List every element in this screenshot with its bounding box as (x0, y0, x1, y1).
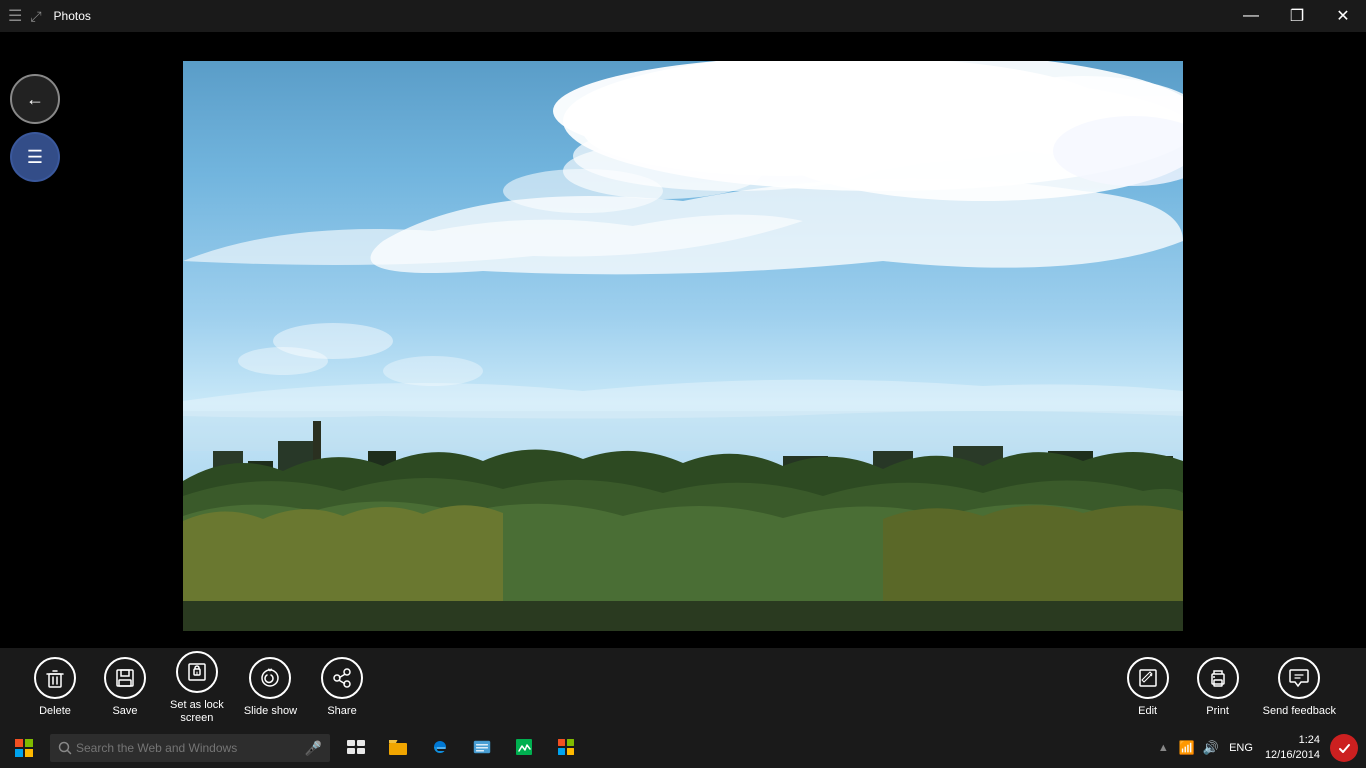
app-title: Photos (54, 9, 91, 23)
taskbar-apps (336, 728, 586, 768)
show-hidden-icons[interactable]: ▲ (1158, 742, 1169, 754)
edit-button[interactable]: Edit (1113, 657, 1183, 718)
search-bar[interactable]: 🎤 (50, 734, 330, 762)
start-button[interactable] (0, 728, 48, 768)
back-button[interactable]: ← (10, 74, 60, 124)
file-explorer-button[interactable] (378, 728, 418, 768)
save-icon (104, 657, 146, 699)
close-button[interactable]: ✕ (1320, 0, 1366, 32)
system-tray: ▲ 📶 🔊 ENG 1:24 12/16/2014 (1158, 733, 1366, 764)
store-button[interactable] (546, 728, 586, 768)
clock[interactable]: 1:24 12/16/2014 (1265, 733, 1320, 764)
send-feedback-label: Send feedback (1263, 705, 1336, 718)
network-icon[interactable]: 📶 (1179, 740, 1195, 756)
print-button[interactable]: Print (1183, 657, 1253, 718)
minimize-button[interactable]: — (1228, 0, 1274, 32)
edit-icon (1127, 657, 1169, 699)
save-button[interactable]: Save (90, 657, 160, 718)
money-app-button[interactable] (504, 728, 544, 768)
print-icon (1197, 657, 1239, 699)
language-indicator[interactable]: ENG (1229, 742, 1253, 754)
task-view-button[interactable] (336, 728, 376, 768)
set-lock-screen-button[interactable]: Set as lock screen (160, 651, 234, 725)
nav-buttons: ← ☰ (0, 64, 70, 200)
fullscreen-icon[interactable]: ⤢ (30, 8, 41, 25)
file-manager-button[interactable] (462, 728, 502, 768)
volume-icon[interactable]: 🔊 (1203, 740, 1219, 756)
menu-button[interactable]: ☰ (10, 132, 60, 182)
lock-screen-icon (176, 651, 218, 693)
share-icon (321, 657, 363, 699)
share-button[interactable]: Share (307, 657, 377, 718)
slide-show-icon (249, 657, 291, 699)
taskbar: 🎤 (0, 728, 1366, 768)
slide-show-button[interactable]: Slide show (234, 657, 307, 718)
slide-show-label: Slide show (244, 705, 297, 718)
print-label: Print (1206, 705, 1229, 718)
clock-date: 12/16/2014 (1265, 748, 1320, 763)
restore-button[interactable]: ❐ (1274, 0, 1320, 32)
search-icon (58, 741, 72, 755)
delete-icon (34, 657, 76, 699)
save-label: Save (112, 705, 137, 718)
delete-label: Delete (39, 705, 71, 718)
photo-app-area: ← ☰ (0, 32, 1366, 660)
send-feedback-icon (1278, 657, 1320, 699)
bottom-toolbar: Delete Save Set as lock screen (0, 648, 1366, 728)
edit-label: Edit (1138, 705, 1157, 718)
notification-icon[interactable] (1330, 734, 1358, 762)
photo-image (183, 61, 1183, 631)
hamburger-icon[interactable]: ☰ (8, 6, 22, 26)
delete-button[interactable]: Delete (20, 657, 90, 718)
send-feedback-button[interactable]: Send feedback (1253, 657, 1346, 718)
search-input[interactable] (76, 741, 301, 755)
edge-browser-button[interactable] (420, 728, 460, 768)
set-lock-screen-label: Set as lock screen (170, 699, 224, 725)
share-label: Share (327, 705, 356, 718)
title-bar: ☰ ⤢ Photos — ❐ ✕ (0, 0, 1366, 32)
clock-time: 1:24 (1265, 733, 1320, 748)
microphone-icon[interactable]: 🎤 (305, 740, 322, 757)
